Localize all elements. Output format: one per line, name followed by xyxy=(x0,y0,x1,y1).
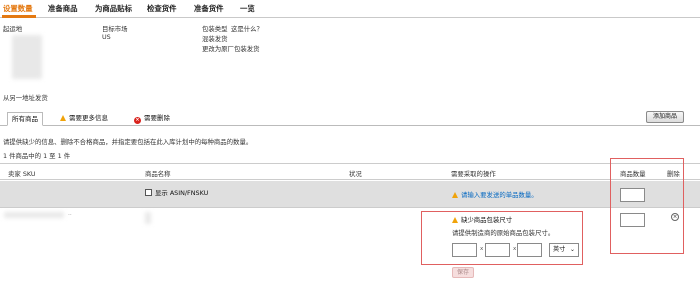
show-asin-label: 显示 ASIN/FNSKU xyxy=(155,189,209,197)
unit-select-value: 英寸 xyxy=(553,246,566,253)
col-action-required: 需要采取的操作 xyxy=(451,170,496,178)
redacted-product-name xyxy=(145,212,151,224)
missing-dimensions-title-text: 缺少商品包装尺寸 xyxy=(461,216,513,224)
active-step-indicator xyxy=(2,15,36,18)
error-icon: × xyxy=(134,117,141,124)
times-sign: x xyxy=(513,246,517,252)
workflow-steps: 设置数量 准备商品 为商品贴标 检查货件 准备货件 一览 xyxy=(0,0,700,18)
tab-need-removal-label: 需要删除 xyxy=(144,114,170,122)
add-products-button[interactable]: 添加商品 xyxy=(646,111,684,123)
sku-partial: .. xyxy=(68,210,72,217)
bulk-entry-row: 显示 ASIN/FNSKU 请输入要发送的单品数量。 xyxy=(0,181,700,208)
enter-quantity-link[interactable]: 请输入要发送的单品数量。 xyxy=(461,191,538,199)
dimension-length-input[interactable] xyxy=(452,243,477,257)
show-asin-toggle[interactable]: 显示 ASIN/FNSKU xyxy=(145,188,208,197)
bulk-action-notice: 请输入要发送的单品数量。 xyxy=(452,190,538,199)
missing-dimensions-desc: 请提供制造商的原始商品包装尺寸。 xyxy=(452,229,555,237)
warning-icon xyxy=(452,217,458,223)
instruction-text: 请提供缺少的信息、删除不合格商品，并指定要包括在此入库计划中的每种商品的数量。 xyxy=(3,138,253,146)
tab-all-products[interactable]: 所有商品 xyxy=(7,112,43,126)
times-sign: x xyxy=(480,246,484,252)
target-market-label: 目标市场 xyxy=(102,25,128,33)
change-packing-link[interactable]: 更改为原厂包装发货 xyxy=(202,44,260,53)
warning-icon xyxy=(452,192,458,198)
item-count-text: 1 件商品中的 1 至 1 件 xyxy=(3,152,71,160)
step-prepare-shipment[interactable]: 准备货件 xyxy=(194,3,224,14)
redacted-address xyxy=(12,35,42,79)
col-condition: 状况 xyxy=(349,170,362,178)
packing-type-value: 混装发货 xyxy=(202,35,228,43)
product-filter-tabs: 所有商品 需要更多信息 × 需要删除 xyxy=(0,110,700,126)
col-product-name: 商品名称 xyxy=(145,170,171,178)
ship-from-label: 起运地 xyxy=(3,25,23,33)
packing-type-label: 包装类型 xyxy=(202,25,228,33)
packing-help-link[interactable]: 这是什么？ xyxy=(231,24,263,33)
warning-icon xyxy=(60,115,66,121)
target-market-value: US xyxy=(102,33,111,41)
step-prepare-products[interactable]: 准备商品 xyxy=(48,3,78,14)
missing-dimensions-title: 缺少商品包装尺寸 xyxy=(452,215,512,224)
tab-need-more-info[interactable]: 需要更多信息 xyxy=(60,112,108,126)
col-seller-sku: 卖家 SKU xyxy=(8,170,36,178)
tab-need-removal[interactable]: × 需要删除 xyxy=(134,112,170,126)
quantity-column-highlight xyxy=(610,158,684,254)
unit-select[interactable]: 英寸 ⌄ xyxy=(549,243,579,257)
dimension-height-input[interactable] xyxy=(517,243,542,257)
table-header: 卖家 SKU 商品名称 状况 需要采取的操作 商品数量 删除 xyxy=(0,163,700,180)
show-asin-checkbox[interactable] xyxy=(145,189,152,196)
step-review-shipment[interactable]: 检查货件 xyxy=(147,3,177,14)
tab-need-more-info-label: 需要更多信息 xyxy=(69,114,108,122)
step-set-quantity[interactable]: 设置数量 xyxy=(3,3,33,14)
dimension-width-input[interactable] xyxy=(485,243,510,257)
save-dimensions-button[interactable]: 保存 xyxy=(452,267,474,278)
step-label-products[interactable]: 为商品贴标 xyxy=(95,3,132,14)
ship-from-another-address-link[interactable]: 从另一地址发货 xyxy=(3,93,48,102)
chevron-down-icon: ⌄ xyxy=(569,246,575,253)
redacted-sku xyxy=(4,212,64,218)
step-summary[interactable]: 一览 xyxy=(240,3,255,14)
